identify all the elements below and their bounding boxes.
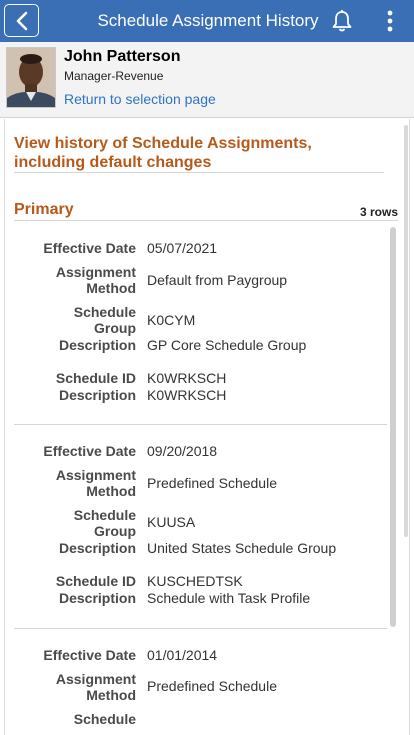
schedule-description-value: K0WRKSCH [147, 387, 227, 403]
schedule-group-value: K0CYM [147, 312, 196, 328]
group-description-label: Description [58, 540, 136, 556]
chevron-left-icon [16, 11, 27, 30]
schedule-description-label: Description [58, 590, 136, 606]
group-description-label: Description [58, 337, 136, 353]
group-description-value: United States Schedule Group [147, 540, 337, 556]
avatar [6, 47, 56, 108]
schedule-id-value: K0WRKSCH [147, 370, 227, 386]
schedule-group-value: KUUSA [147, 514, 196, 530]
kebab-menu-icon[interactable] [384, 9, 396, 33]
row-separator [14, 424, 387, 425]
app-header: Schedule Assignment History [0, 0, 414, 42]
assignment-method-label-1: Assignment [55, 264, 136, 280]
assignment-method-label-2: Method [86, 280, 136, 296]
schedule-id-label: Schedule ID [55, 370, 136, 386]
schedule-group-label-2: Group [94, 320, 136, 336]
bell-icon[interactable] [331, 9, 353, 33]
schedule-group-label-1: Schedule [73, 711, 136, 725]
return-to-selection-link[interactable]: Return to selection page [64, 91, 216, 107]
schedule-id-value: KUSCHEDTSK [147, 573, 243, 589]
assignment-method-value: Default from Paygroup [147, 272, 288, 288]
schedule-group-label-1: Schedule [73, 304, 136, 320]
page-title: Schedule Assignment History [97, 11, 319, 30]
group-description-value: GP Core Schedule Group [147, 337, 307, 353]
assignment-method-value: Predefined Schedule [147, 678, 277, 694]
effective-date-value: 09/20/2018 [147, 443, 218, 459]
assignment-method-label-2: Method [86, 483, 136, 499]
schedule-description-value: Schedule with Task Profile [147, 590, 311, 606]
page-heading: View history of Schedule Assignments, in… [14, 135, 312, 171]
employee-name: John Patterson [64, 48, 181, 65]
history-grid: Effective Date 05/07/2021 Assignment Met… [14, 221, 388, 725]
schedule-id-label: Schedule ID [55, 573, 136, 589]
content-area: View history of Schedule Assignments, in… [0, 119, 414, 735]
effective-date-value: 05/07/2021 [147, 240, 218, 256]
assignment-method-value: Predefined Schedule [147, 475, 277, 491]
row-count: 3 rows [359, 205, 398, 219]
effective-date-label: Effective Date [43, 240, 136, 256]
effective-date-label: Effective Date [43, 443, 136, 459]
assignment-method-label-1: Assignment [55, 671, 136, 687]
employee-banner: John Patterson Manager-Revenue Return to… [0, 42, 414, 118]
schedule-description-label: Description [58, 387, 136, 403]
assignment-method-label-2: Method [86, 687, 136, 703]
schedule-group-label-1: Schedule [73, 507, 136, 523]
employee-role: Manager-Revenue [64, 69, 164, 83]
effective-date-label: Effective Date [43, 647, 136, 663]
grid-scrollbar[interactable] [390, 227, 396, 627]
page-scrollbar[interactable] [404, 125, 408, 537]
row-separator [14, 628, 387, 629]
section-title: Primary [14, 201, 74, 218]
schedule-group-label-2: Group [94, 523, 136, 539]
assignment-method-label-1: Assignment [55, 467, 136, 483]
effective-date-value: 01/01/2014 [147, 647, 218, 663]
back-button[interactable] [4, 4, 39, 37]
divider [14, 172, 384, 173]
